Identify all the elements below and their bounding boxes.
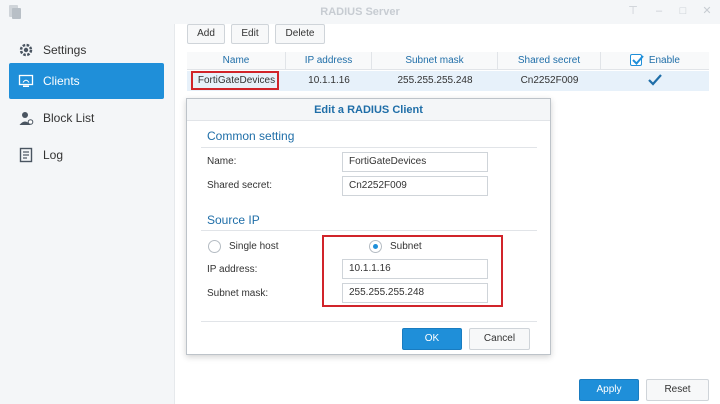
apply-button[interactable]: Apply — [579, 379, 639, 401]
sidebar-item-block-list[interactable]: Block List — [9, 100, 164, 136]
sidebar-item-label: Log — [43, 148, 64, 162]
single-host-label: Single host — [229, 241, 279, 252]
sidebar-item-label: Block List — [43, 111, 95, 125]
shared-secret-input[interactable]: Cn2252F009 — [342, 176, 488, 196]
sidebar-item-label: Clients — [43, 74, 80, 88]
sidebar: Settings Clients Block List Log — [0, 24, 175, 404]
sidebar-item-clients[interactable]: Clients — [9, 63, 164, 99]
column-header-name[interactable]: Name — [187, 52, 286, 70]
column-header-secret[interactable]: Shared secret — [498, 52, 601, 70]
sidebar-item-log[interactable]: Log — [9, 137, 164, 173]
delete-button[interactable]: Delete — [275, 24, 325, 44]
ok-button[interactable]: OK — [402, 328, 462, 350]
reset-button[interactable]: Reset — [646, 379, 709, 401]
minimize-icon[interactable]: – — [652, 4, 666, 18]
ip-address-label: IP address: — [207, 264, 258, 275]
cell-secret: Cn2252F009 — [520, 75, 579, 86]
single-host-radio[interactable] — [208, 240, 221, 253]
shared-secret-label: Shared secret: — [207, 180, 273, 191]
user-block-icon — [17, 109, 35, 127]
cell-ip: 10.1.1.16 — [308, 75, 350, 86]
pin-icon[interactable]: ⊤ — [626, 4, 640, 18]
title-bar: RADIUS Server ⊤ – □ ✕ — [0, 0, 720, 24]
enable-all-checkbox[interactable] — [630, 54, 644, 67]
check-icon — [632, 55, 644, 66]
subnet-highlight-box — [322, 235, 503, 307]
name-input[interactable]: FortiGateDevices — [342, 152, 488, 172]
monitor-icon — [17, 72, 35, 90]
enabled-check-icon[interactable] — [647, 73, 663, 87]
common-setting-heading: Common setting — [207, 129, 295, 143]
enable-column-label: Enable — [648, 55, 680, 66]
edit-radius-client-dialog: Edit a RADIUS Client Common setting Name… — [186, 98, 551, 355]
cell-mask: 255.255.255.248 — [397, 75, 473, 86]
window-title: RADIUS Server — [320, 6, 400, 18]
close-icon[interactable]: ✕ — [700, 4, 714, 18]
name-label: Name: — [207, 156, 237, 167]
clients-table-header: Name IP address Subnet mask Shared secre… — [187, 52, 709, 70]
name-highlight-box — [191, 71, 279, 90]
log-icon — [17, 146, 35, 164]
footer-divider — [201, 321, 537, 322]
section-divider — [201, 230, 537, 231]
sidebar-item-label: Settings — [43, 43, 87, 57]
subnet-mask-label: Subnet mask: — [207, 288, 269, 299]
source-ip-heading: Source IP — [207, 213, 260, 227]
cancel-button[interactable]: Cancel — [469, 328, 530, 350]
gear-icon — [17, 41, 35, 59]
section-divider — [201, 147, 537, 148]
maximize-icon[interactable]: □ — [676, 4, 690, 18]
dialog-title: Edit a RADIUS Client — [187, 99, 550, 121]
column-header-mask[interactable]: Subnet mask — [372, 52, 498, 70]
edit-button[interactable]: Edit — [231, 24, 269, 44]
add-button[interactable]: Add — [187, 24, 225, 44]
column-header-ip[interactable]: IP address — [286, 52, 372, 70]
cell-enable — [601, 71, 709, 91]
column-header-enable[interactable]: Enable — [601, 52, 709, 70]
